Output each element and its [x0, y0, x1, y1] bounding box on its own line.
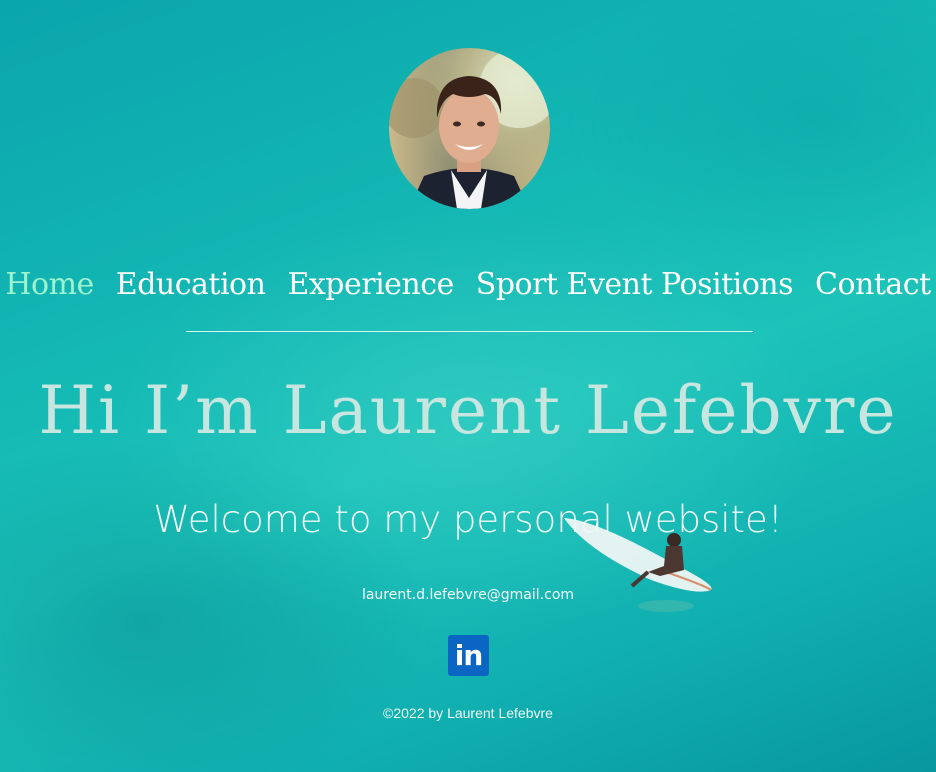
nav-item-home[interactable]: Home — [0, 267, 105, 302]
nav-item-sport-event-positions[interactable]: Sport Event Positions — [465, 267, 804, 302]
page-title: Hi I’m Laurent Lefebvre — [38, 372, 898, 449]
nav-divider — [186, 331, 753, 332]
email-link[interactable]: laurent.d.lefebvre@gmail.com — [0, 587, 936, 603]
profile-photo — [389, 48, 550, 209]
page: Home Education Experience Sport Event Po… — [0, 0, 936, 772]
nav-item-education[interactable]: Education — [105, 267, 277, 302]
linkedin-icon[interactable]: in — [448, 635, 489, 676]
nav-item-experience[interactable]: Experience — [276, 267, 464, 302]
welcome-text: Welcome to my personal website! — [153, 498, 783, 541]
main-nav: Home Education Experience Sport Event Po… — [0, 262, 936, 306]
nav-item-contact[interactable]: Contact — [804, 267, 936, 302]
copyright-text: ©2022 by Laurent Lefebvre — [383, 705, 553, 721]
